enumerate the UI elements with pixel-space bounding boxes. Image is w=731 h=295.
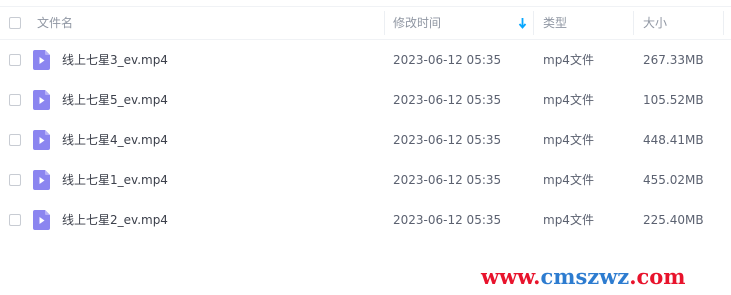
file-size: 267.33MB xyxy=(643,53,704,67)
video-file-icon xyxy=(33,170,50,190)
file-type: mp4文件 xyxy=(543,93,594,107)
file-size: 448.41MB xyxy=(643,133,704,147)
row-checkbox[interactable] xyxy=(9,94,21,106)
row-checkbox[interactable] xyxy=(9,214,21,226)
file-type: mp4文件 xyxy=(543,213,594,227)
column-divider[interactable] xyxy=(723,11,724,35)
column-header-type[interactable]: 类型 xyxy=(543,7,567,39)
video-file-icon xyxy=(33,50,50,70)
file-modified-time: 2023-06-12 05:35 xyxy=(393,173,502,187)
file-row[interactable]: 线上七星2_ev.mp4 2023-06-12 05:35 mp4文件 225.… xyxy=(0,200,731,240)
file-size: 225.40MB xyxy=(643,213,704,227)
video-file-icon xyxy=(33,90,50,110)
file-modified-time: 2023-06-12 05:35 xyxy=(393,93,502,107)
file-list-header: 文件名 修改时间 类型 大小 xyxy=(0,6,731,40)
column-header-modified[interactable]: 修改时间 xyxy=(393,7,441,39)
file-row[interactable]: 线上七星3_ev.mp4 2023-06-12 05:35 mp4文件 267.… xyxy=(0,40,731,80)
watermark-suffix: .com xyxy=(629,264,686,289)
video-file-icon xyxy=(33,130,50,150)
select-all-checkbox[interactable] xyxy=(9,17,21,29)
file-name[interactable]: 线上七星1_ev.mp4 xyxy=(62,160,168,200)
site-watermark: www.cmszwz.com xyxy=(481,264,686,289)
file-name[interactable]: 线上七星4_ev.mp4 xyxy=(62,120,168,160)
column-divider[interactable] xyxy=(633,11,634,35)
watermark-brand: cmszwz xyxy=(540,264,630,289)
file-modified-time: 2023-06-12 05:35 xyxy=(393,213,502,227)
file-list-view: 文件名 修改时间 类型 大小 线上七星3_ev.mp4 2023-06-12 0… xyxy=(0,0,731,295)
file-name[interactable]: 线上七星2_ev.mp4 xyxy=(62,200,168,240)
watermark-prefix: www. xyxy=(481,264,541,289)
video-file-icon xyxy=(33,210,50,230)
file-row[interactable]: 线上七星1_ev.mp4 2023-06-12 05:35 mp4文件 455.… xyxy=(0,160,731,200)
file-name[interactable]: 线上七星3_ev.mp4 xyxy=(62,40,168,80)
file-type: mp4文件 xyxy=(543,133,594,147)
row-checkbox[interactable] xyxy=(9,134,21,146)
sort-down-arrow-icon[interactable] xyxy=(518,7,527,39)
file-modified-time: 2023-06-12 05:35 xyxy=(393,53,502,67)
column-header-size[interactable]: 大小 xyxy=(643,7,667,39)
file-name[interactable]: 线上七星5_ev.mp4 xyxy=(62,80,168,120)
column-divider[interactable] xyxy=(384,11,385,35)
file-size: 455.02MB xyxy=(643,173,704,187)
file-row[interactable]: 线上七星4_ev.mp4 2023-06-12 05:35 mp4文件 448.… xyxy=(0,120,731,160)
file-modified-time: 2023-06-12 05:35 xyxy=(393,133,502,147)
row-checkbox[interactable] xyxy=(9,174,21,186)
column-header-name[interactable]: 文件名 xyxy=(37,7,73,39)
file-size: 105.52MB xyxy=(643,93,704,107)
file-row[interactable]: 线上七星5_ev.mp4 2023-06-12 05:35 mp4文件 105.… xyxy=(0,80,731,120)
file-type: mp4文件 xyxy=(543,53,594,67)
file-type: mp4文件 xyxy=(543,173,594,187)
row-checkbox[interactable] xyxy=(9,54,21,66)
column-divider[interactable] xyxy=(533,11,534,35)
